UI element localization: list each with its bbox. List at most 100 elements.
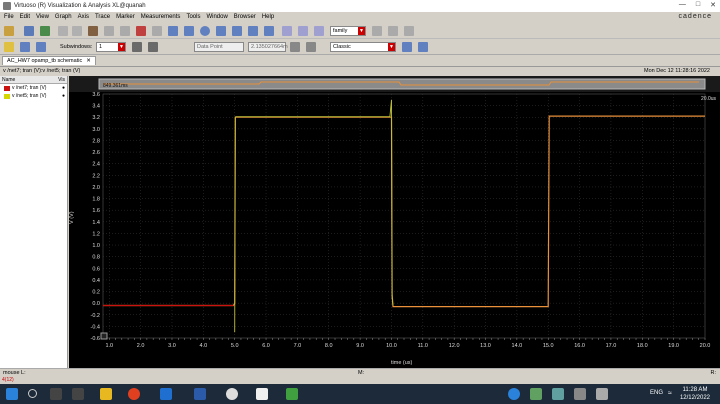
chevron-down-icon[interactable]: ▼ [118, 43, 125, 51]
save-icon[interactable] [40, 26, 50, 36]
x-tick-label: 5.0 [231, 343, 239, 349]
layout-icon[interactable] [132, 42, 142, 52]
color-icon[interactable] [418, 42, 428, 52]
search-icon[interactable] [28, 389, 37, 398]
x-tick-label: 13.0 [480, 343, 491, 349]
tray-icon[interactable] [574, 388, 586, 400]
y-tick-label: 3.6 [92, 92, 100, 98]
trace-swatch [4, 85, 10, 91]
redo-icon[interactable] [72, 26, 82, 36]
graph-icon[interactable] [388, 26, 398, 36]
menu-browser[interactable]: Browser [234, 14, 256, 20]
coord-field[interactable]: 2.135027664m [248, 42, 288, 52]
clock-date: 12/12/2022 [679, 395, 710, 401]
menu-tools[interactable]: Tools [186, 14, 200, 20]
menu-marker[interactable]: Marker [116, 14, 135, 20]
title-bar: Virtuoso (R) Visualization & Analysis XL… [0, 0, 720, 12]
bar-icon[interactable] [404, 26, 414, 36]
chrome-icon[interactable] [128, 388, 140, 400]
zoom-box-icon[interactable] [248, 26, 258, 36]
expand-icon[interactable] [100, 332, 108, 340]
grid-icon[interactable] [148, 42, 158, 52]
stack-icon[interactable] [298, 26, 308, 36]
cut-icon[interactable] [104, 26, 114, 36]
tray-icon[interactable] [596, 388, 608, 400]
chevron-down-icon[interactable]: ▼ [358, 27, 365, 35]
calc-icon[interactable] [290, 42, 300, 52]
chevron-down-icon[interactable]: ▼ [388, 43, 395, 51]
toolbar-secondary: Subwindows: 1 ▼ Data Point 2.135027664m … [0, 39, 720, 55]
print-icon[interactable] [88, 26, 98, 36]
table-icon[interactable] [372, 26, 382, 36]
strip-icon[interactable] [282, 26, 292, 36]
menu-view[interactable]: View [36, 14, 49, 20]
language-indicator[interactable]: ENG [650, 390, 663, 396]
visibility-icon[interactable]: ● [62, 84, 65, 92]
undo-icon[interactable] [58, 26, 68, 36]
wifi-icon[interactable]: ≈ [668, 390, 672, 397]
open-icon[interactable] [24, 26, 34, 36]
zoom-x-icon[interactable] [184, 26, 194, 36]
menu-bar: File Edit View Graph Axis Trace Marker M… [0, 12, 720, 22]
menu-file[interactable]: File [4, 14, 14, 20]
menu-axis[interactable]: Axis [78, 14, 89, 20]
menu-trace[interactable]: Trace [95, 14, 110, 20]
edge-icon[interactable] [508, 388, 520, 400]
overlay-icon[interactable] [314, 26, 324, 36]
maximize-icon[interactable]: □ [696, 1, 700, 9]
copy-icon[interactable] [120, 26, 130, 36]
minimize-icon[interactable]: — [679, 1, 686, 9]
xming-icon[interactable] [286, 388, 298, 400]
task-view-icon[interactable] [50, 388, 62, 400]
trace-icon[interactable] [402, 42, 412, 52]
waveform-plot[interactable]: 849.361ms 20.0us -0.6 -0.4 -0.2 0.0 0.2 0.4 0.… [69, 76, 720, 368]
y-tick-label: 0.8 [92, 255, 100, 261]
pan-icon[interactable] [264, 26, 274, 36]
menu-window[interactable]: Window [206, 14, 227, 20]
status-mouse-right: R: [710, 370, 717, 376]
subwindows-select[interactable]: 1 ▼ [96, 42, 126, 52]
widgets-icon[interactable] [72, 388, 84, 400]
legend-item[interactable]: v /net5; tran (V) ● [0, 92, 67, 100]
y-tick-label: 0.4 [92, 278, 100, 284]
cursor-icon[interactable] [4, 42, 14, 52]
new-window-icon[interactable] [4, 26, 14, 36]
visibility-icon[interactable]: ● [62, 92, 65, 100]
tray-icon[interactable] [530, 388, 542, 400]
data-point-field[interactable]: Data Point [194, 42, 244, 52]
word-icon[interactable] [194, 388, 206, 400]
style-select[interactable]: Classic ▼ [330, 42, 396, 52]
tray-icon[interactable] [552, 388, 564, 400]
cadence-app-icon[interactable] [256, 388, 268, 400]
menu-graph[interactable]: Graph [55, 14, 72, 20]
zoom-out-icon[interactable] [232, 26, 242, 36]
y-tick-label: 2.0 [92, 185, 100, 191]
delete-icon[interactable] [136, 26, 146, 36]
tab-schematic[interactable]: AC_HW7 opamp_tb schematic ✕ [2, 56, 96, 65]
marker-icon[interactable] [200, 26, 210, 36]
y-tick-label: -0.6 [91, 336, 100, 342]
start-icon[interactable] [6, 388, 18, 400]
family-select[interactable]: family ▼ [330, 26, 366, 36]
marker-table-icon[interactable] [306, 42, 316, 52]
app-icon-circle[interactable] [226, 388, 238, 400]
paste-icon[interactable] [152, 26, 162, 36]
subwindow-icon[interactable] [36, 42, 46, 52]
y-tick-label: 3.4 [92, 104, 100, 110]
close-icon[interactable]: ✕ [86, 58, 91, 64]
zoom-in-icon[interactable] [216, 26, 226, 36]
clock[interactable]: 11:28 AM 12/12/2022 [680, 386, 710, 402]
zoom-fit-icon[interactable] [168, 26, 178, 36]
outlook-icon[interactable] [160, 388, 172, 400]
menu-help[interactable]: Help [262, 14, 274, 20]
toolbar-main: family ▼ [0, 23, 720, 39]
window-icon[interactable] [20, 42, 30, 52]
file-explorer-icon[interactable] [100, 388, 112, 400]
close-icon[interactable]: ✕ [710, 1, 716, 9]
waveform-svg[interactable]: 849.361ms 20.0us -0.6 -0.4 -0.2 0.0 0.2 0.4 0.… [69, 76, 720, 368]
menu-measurements[interactable]: Measurements [141, 14, 181, 20]
x-tick-label: 15.0 [543, 343, 554, 349]
menu-edit[interactable]: Edit [20, 14, 30, 20]
legend-item[interactable]: v /net7; tran (V) ● [0, 84, 67, 92]
x-tick-label: 17.0 [606, 343, 617, 349]
